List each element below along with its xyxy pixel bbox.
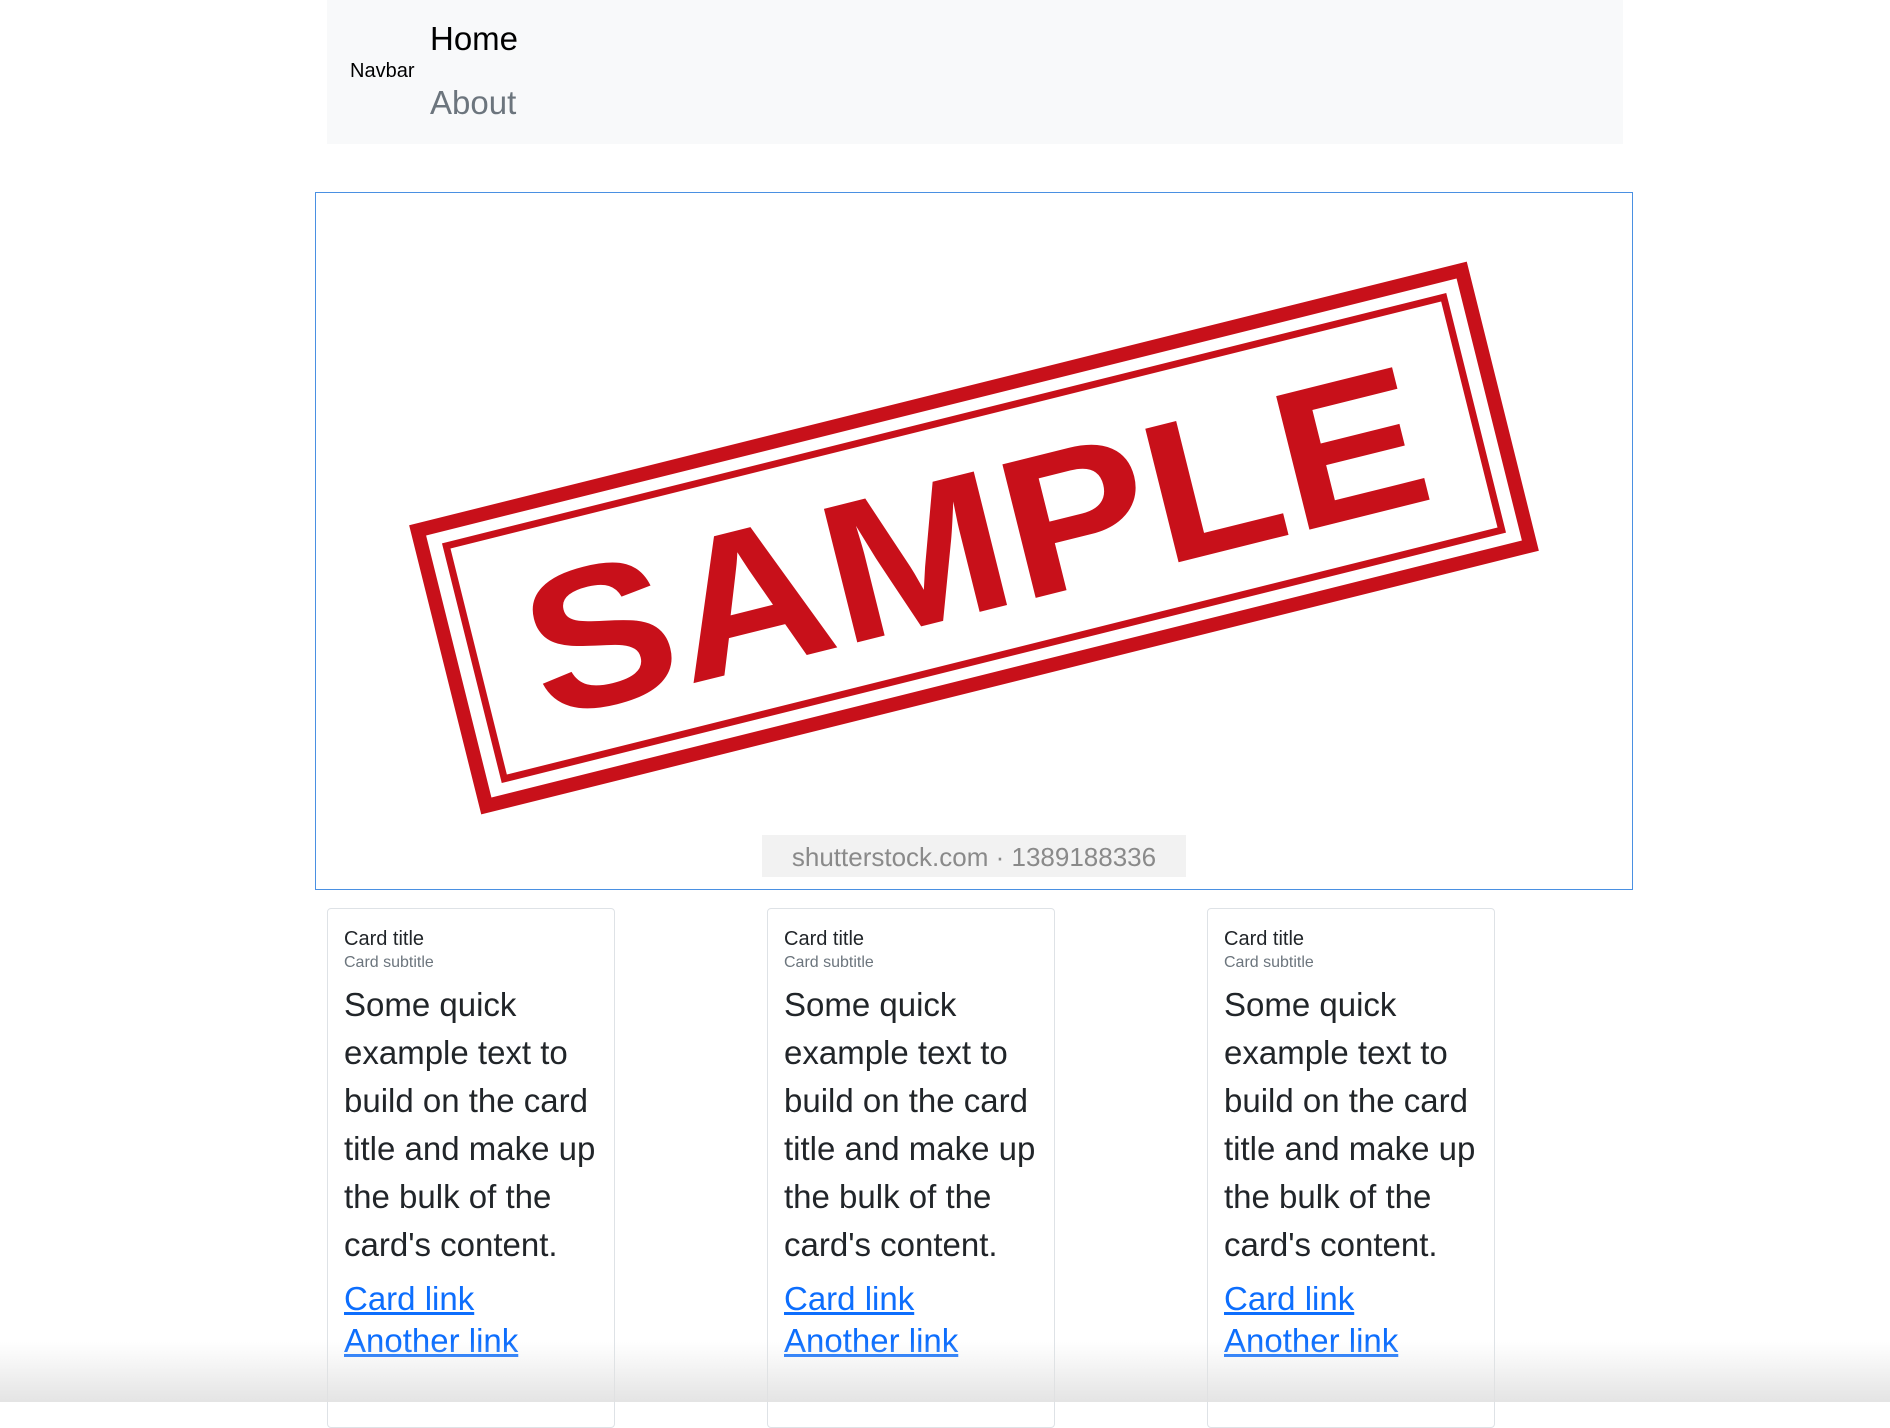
card-link[interactable]: Card link	[784, 1279, 1038, 1319]
card-text: Some quick example text to build on the …	[344, 986, 596, 1263]
another-link[interactable]: Another link	[344, 1321, 598, 1361]
card-title: Card title	[1224, 928, 1305, 950]
sample-stamp-image: SAMPLE shutterstock.com · 1389188336	[409, 261, 1539, 877]
watermark-text: shutterstock.com · 1389188336	[792, 842, 1156, 872]
nav-link-about[interactable]: About	[430, 84, 516, 122]
another-link[interactable]: Another link	[1224, 1321, 1478, 1361]
card-subtitle: Card subtitle	[344, 954, 434, 971]
card: Card title Card subtitle Some quick exam…	[327, 908, 615, 1428]
navbar: Navbar Home About	[327, 0, 1623, 144]
card-link[interactable]: Card link	[344, 1279, 598, 1319]
another-link[interactable]: Another link	[784, 1321, 1038, 1361]
nav-link-home[interactable]: Home	[430, 20, 518, 58]
card-link[interactable]: Card link	[1224, 1279, 1478, 1319]
card: Card title Card subtitle Some quick exam…	[767, 908, 1055, 1428]
card-text: Some quick example text to build on the …	[1224, 986, 1476, 1263]
hero-image: SAMPLE shutterstock.com · 1389188336	[315, 192, 1633, 890]
card-title: Card title	[344, 928, 425, 950]
card-subtitle: Card subtitle	[784, 954, 874, 971]
card-subtitle: Card subtitle	[1224, 954, 1314, 971]
card-text: Some quick example text to build on the …	[784, 986, 1036, 1263]
card-title: Card title	[784, 928, 865, 950]
card: Card title Card subtitle Some quick exam…	[1207, 908, 1495, 1428]
navbar-brand[interactable]: Navbar	[350, 60, 414, 83]
